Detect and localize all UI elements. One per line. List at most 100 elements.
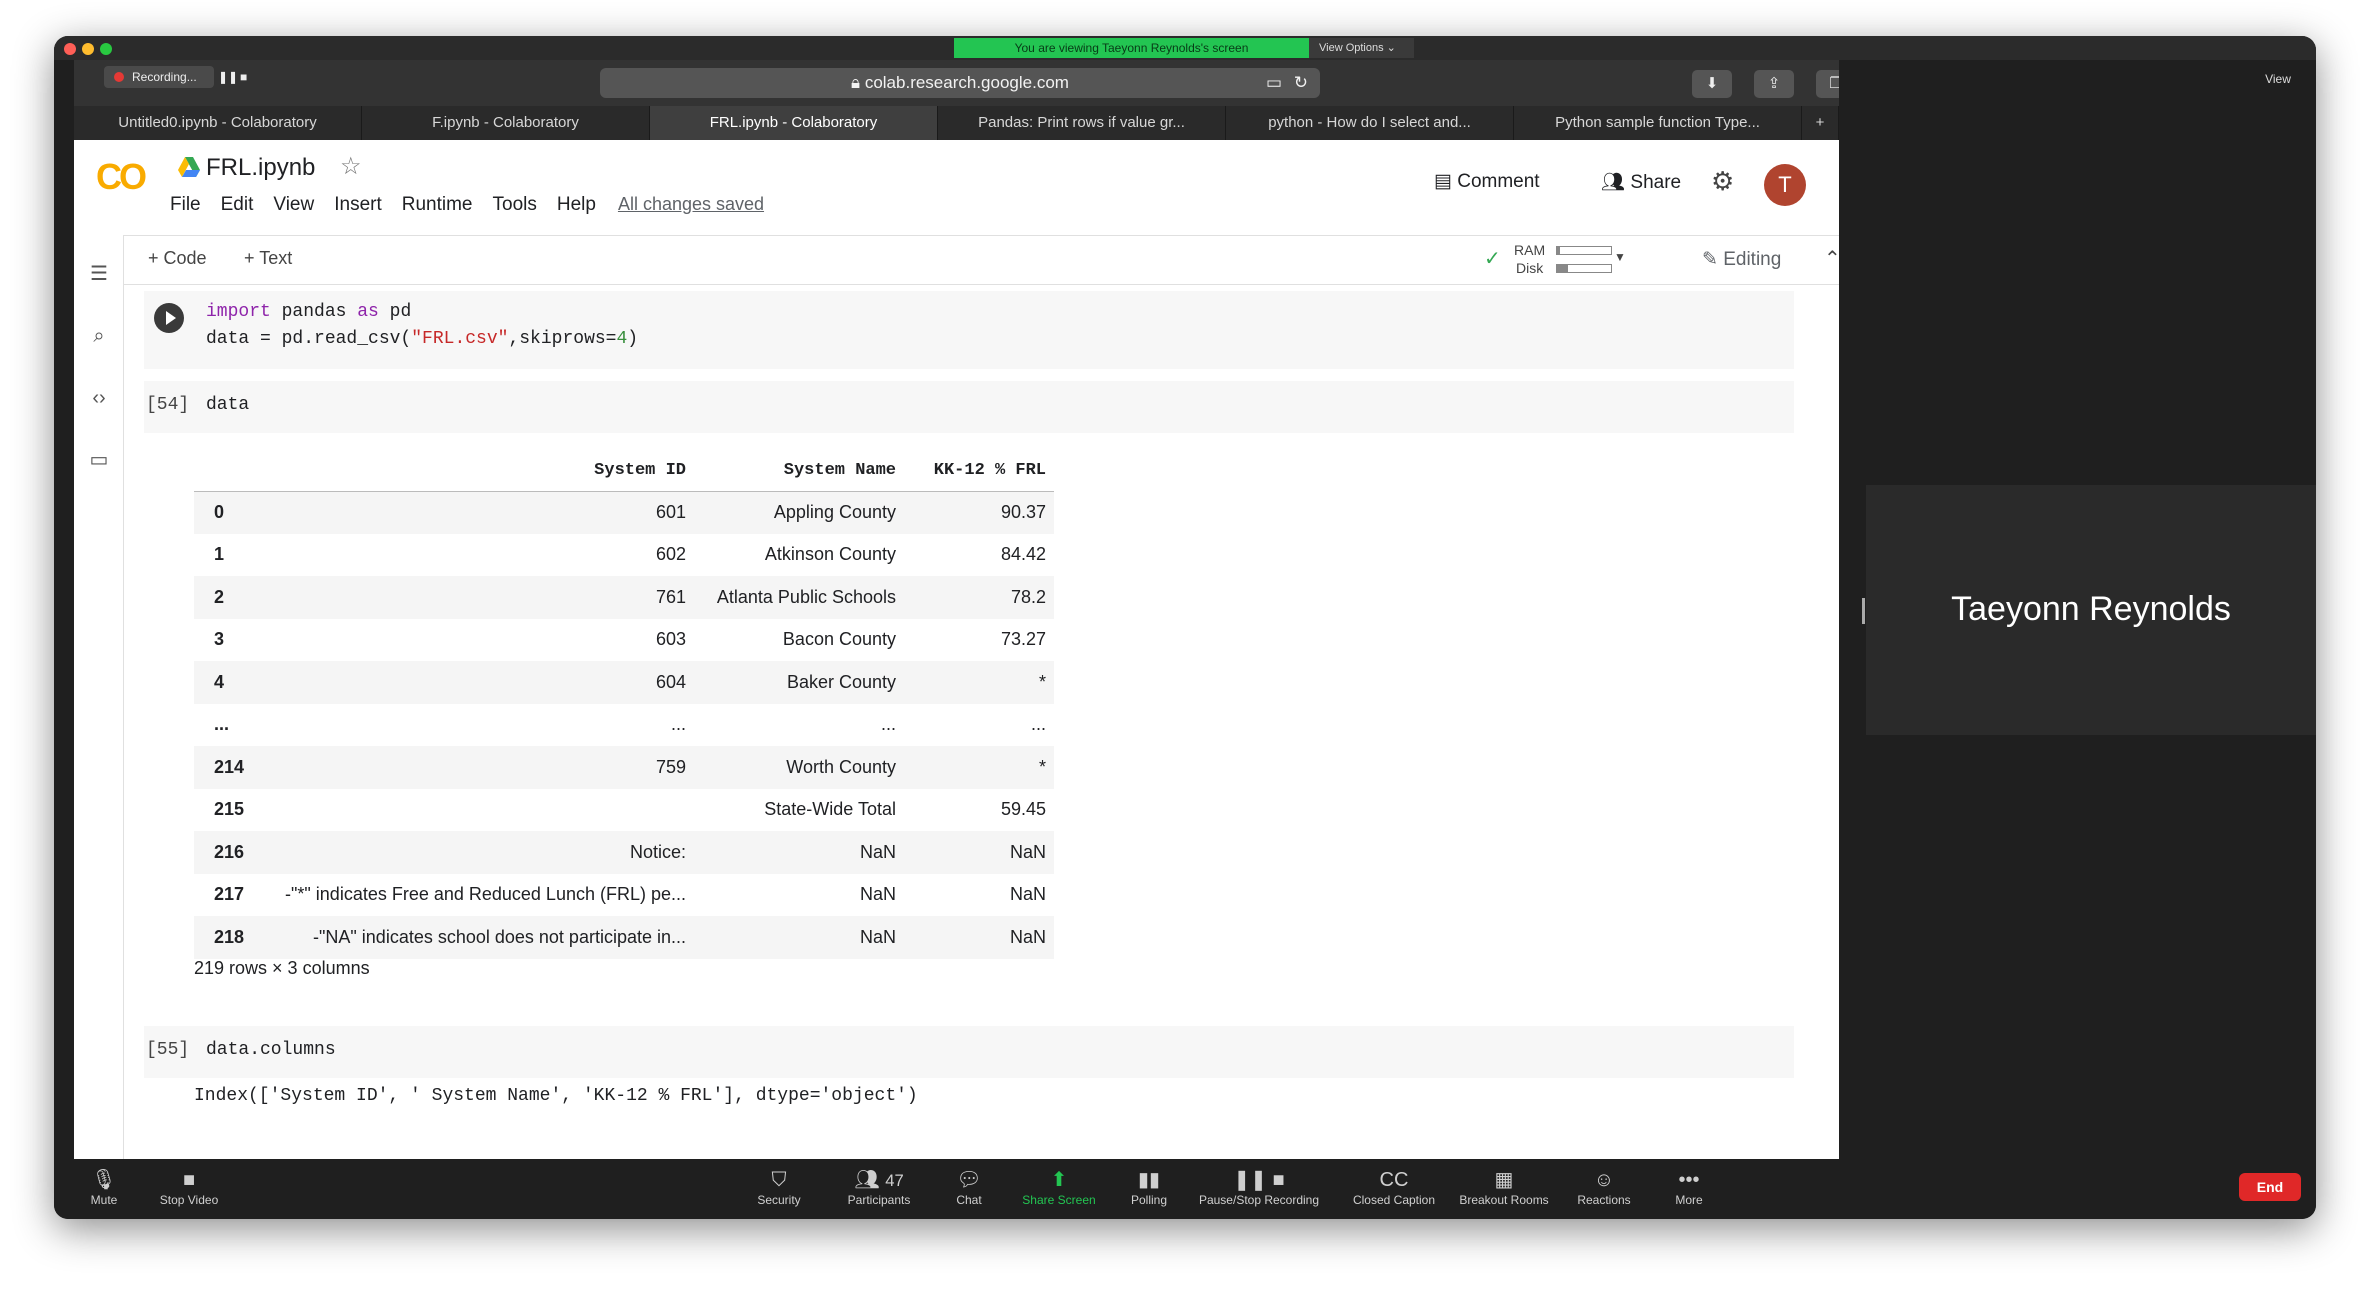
zoom-control-bar: 🎙︎ Mute ■ Stop Video ⛉ Security 👥︎ 47 Partic… [54,1159,2316,1219]
pause-stop-recording-button[interactable]: ❚❚ ■ Pause/Stop Recording [1194,1167,1324,1207]
share-screen-icon: ⬆ [1050,1169,1068,1191]
code-cell[interactable]: import pandas as pd data = pd.read_csv("… [144,291,1794,369]
browser-tab[interactable]: Pandas: Print rows if value gr... [938,106,1226,140]
reader-icon[interactable]: ▭ [1266,68,1282,98]
colab-logo[interactable]: CO [96,156,147,198]
dataframe-shape: 219 rows × 3 columns [194,958,370,978]
search-icon[interactable]: ⌕ [86,323,112,349]
recording-indicator[interactable]: Recording... ❚❚ ■ [104,66,247,88]
resource-monitor[interactable]: ✓ RAM Disk ▼ [1484,240,1626,280]
browser-tab-active[interactable]: FRL.ipynb - Colaboratory [650,106,938,140]
code-line: data = pd.read_csv("FRL.csv",skiprows=4) [206,329,639,349]
code-line: import pandas as pd [206,302,412,322]
table-row: 0 601 Appling County 90.37 [194,491,1054,534]
share-page-icon[interactable]: ⇪ [1754,70,1794,98]
end-meeting-button[interactable]: End [2239,1173,2301,1201]
table-row: 3 603 Bacon County 73.27 [214,629,1046,650]
disk-bar [1556,264,1612,273]
close-window-button[interactable] [64,43,76,55]
table-row: 2 761 Atlanta Public Schools 78.2 [194,576,1054,619]
cc-icon: CC [1379,1169,1409,1191]
recording-dot-icon [114,72,124,82]
shared-screen: Recording... ❚❚ ■ 🔒︎ colab.research.goog… [74,60,1839,1159]
menu-file[interactable]: File [170,194,201,216]
chat-button[interactable]: 💬︎ Chat [939,1167,999,1207]
participants-button[interactable]: 👥︎ 47 Participants [834,1167,924,1207]
reload-icon[interactable]: ↻ [1294,68,1308,98]
stop-video-button[interactable]: ■ Stop Video [149,1167,229,1207]
menu-edit[interactable]: Edit [221,194,254,216]
code-line: data.columns [206,1040,336,1060]
participant-video-tile[interactable]: Taeyonn Reynolds [1866,485,2316,735]
table-header-row: System ID System Name KK-12 % FRL [194,451,1054,492]
comment-button[interactable]: ▤ Comment [1434,170,1540,193]
url-text: colab.research.google.com [864,73,1069,92]
table-row: 217 -"*" indicates Free and Reduced Lunch… [214,884,1046,905]
menu-view[interactable]: View [273,194,314,216]
shield-icon: ⛉ [771,1169,787,1191]
menu-insert[interactable]: Insert [334,194,382,216]
colab-page: CO FRL.ipynb ☆ File Edit View Insert Run… [74,140,1839,1159]
editing-button[interactable]: ✎ Editing [1702,248,1781,271]
notebook-title[interactable]: FRL.ipynb [206,154,315,182]
browser-tab[interactable]: Untitled0.ipynb - Colaboratory [74,106,362,140]
pencil-icon: ✎ [1702,249,1724,270]
save-status[interactable]: All changes saved [618,194,764,216]
maximize-window-button[interactable] [100,43,112,55]
code-snippets-icon[interactable]: ‹› [86,385,112,411]
chevron-up-icon[interactable]: ⌃ [1824,246,1839,271]
closed-caption-button[interactable]: CC Closed Caption [1344,1167,1444,1207]
breakout-rooms-button[interactable]: ▦ Breakout Rooms [1454,1167,1554,1207]
menu-tools[interactable]: Tools [493,194,537,216]
share-screen-button[interactable]: ⬆ Share Screen [1014,1167,1104,1207]
polling-icon: ▮▮ [1137,1169,1160,1191]
gear-icon[interactable]: ⚙ [1711,166,1734,197]
tabs-overview-icon[interactable]: ❐ [1816,70,1839,98]
polling-button[interactable]: ▮▮ Polling [1119,1167,1179,1207]
run-cell-button[interactable] [154,303,184,333]
chevron-down-icon[interactable]: ▼ [1614,250,1626,264]
view-button[interactable]: View [2246,68,2310,90]
code-cell[interactable]: [55] data.columns [144,1026,1794,1078]
view-label: View [2265,72,2291,86]
download-icon[interactable]: ⬇ [1692,70,1732,98]
execution-count: [55] [146,1040,190,1060]
browser-tab[interactable]: F.ipynb - Colaboratory [362,106,650,140]
reactions-button[interactable]: ☺ Reactions [1569,1167,1639,1207]
code-cell[interactable]: [54] data [144,381,1794,433]
table-of-contents-icon[interactable]: ☰ [86,261,112,287]
column-header: KK-12 % FRL [904,451,1054,492]
zoom-window: You are viewing Taeyonn Reynolds's scree… [54,36,2316,1219]
menu-runtime[interactable]: Runtime [402,194,473,216]
reactions-icon: ☺ [1593,1169,1615,1191]
add-text-button[interactable]: + Text [244,248,292,269]
check-icon: ✓ [1484,248,1501,270]
new-tab-button[interactable]: + [1802,106,1839,140]
star-icon[interactable]: ☆ [340,152,362,181]
panel-divider-handle[interactable] [1862,598,1865,624]
menu-help[interactable]: Help [557,194,596,216]
table-row: 1 602 Atkinson County 84.42 [214,544,1046,565]
pause-recording-icon[interactable]: ❚❚ [218,66,238,88]
mute-button[interactable]: 🎙︎ Mute [74,1167,134,1207]
menu-bar: File Edit View Insert Runtime Tools Help… [170,194,764,216]
editing-label: Editing [1723,249,1782,270]
people-icon: 👥︎ [1601,172,1631,193]
folder-icon[interactable]: ▭ [86,447,112,473]
avatar[interactable]: T [1764,164,1806,206]
browser-tab[interactable]: Python sample function Type... [1514,106,1802,140]
more-button[interactable]: ••• More [1659,1167,1719,1207]
add-code-button[interactable]: + Code [148,248,207,269]
share-button[interactable]: 👥︎ Share [1601,170,1681,194]
minimize-window-button[interactable] [82,43,94,55]
security-button[interactable]: ⛉ Security [744,1167,814,1207]
url-bar[interactable]: 🔒︎ colab.research.google.com ▭ ↻ [600,68,1320,98]
participant-name: Taeyonn Reynolds [1951,590,2231,628]
browser-tabs: Untitled0.ipynb - Colaboratory F.ipynb -… [74,106,1839,140]
lock-icon: 🔒︎ [851,73,865,92]
microphone-icon: 🎙︎ [91,1169,117,1191]
stop-recording-icon[interactable]: ■ [240,66,247,88]
notebook-cells: import pandas as pd data = pd.read_csv("… [124,286,1804,1159]
view-options-button[interactable]: View Options ⌄ [1309,38,1414,58]
browser-tab[interactable]: python - How do I select and... [1226,106,1514,140]
